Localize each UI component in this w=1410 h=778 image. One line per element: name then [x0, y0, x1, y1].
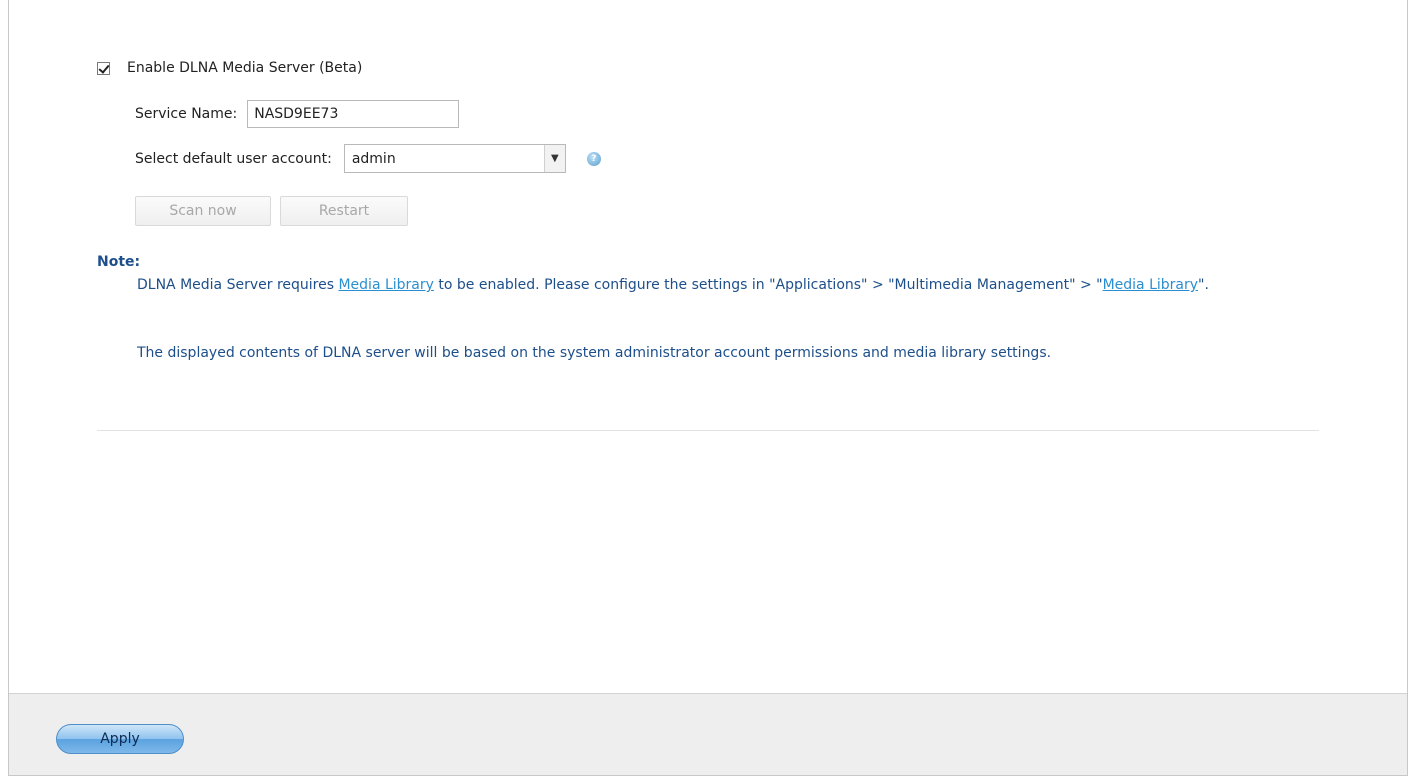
- media-library-link[interactable]: Media Library: [338, 277, 433, 293]
- note-paragraph-media-library: DLNA Media Server requires Media Library…: [137, 277, 1277, 293]
- help-icon[interactable]: ?: [586, 151, 601, 166]
- scan-now-button[interactable]: Scan now: [135, 196, 271, 226]
- media-library-link-2[interactable]: Media Library: [1103, 277, 1198, 293]
- enable-dlna-label: Enable DLNA Media Server (Beta): [127, 60, 363, 76]
- action-buttons: Scan now Restart: [135, 196, 417, 226]
- default-user-select[interactable]: admin ▼: [343, 144, 566, 173]
- note-title: Note:: [97, 254, 141, 270]
- service-name-input[interactable]: [247, 100, 460, 128]
- chevron-down-icon[interactable]: ▼: [543, 145, 565, 172]
- footer-bar: Apply: [9, 693, 1407, 775]
- default-user-value: admin: [351, 150, 396, 167]
- section-divider: [97, 430, 1319, 431]
- settings-panel: Enable DLNA Media Server (Beta) Service …: [8, 0, 1408, 776]
- settings-content: Enable DLNA Media Server (Beta) Service …: [9, 0, 1407, 693]
- service-name-row: Service Name:: [135, 100, 460, 128]
- note-paragraph-permissions: The displayed contents of DLNA server wi…: [137, 345, 1052, 361]
- note-text-1: DLNA Media Server requires: [137, 277, 339, 293]
- default-user-row: Select default user account: admin ▼ ?: [135, 144, 601, 173]
- note-text-3: ".: [1198, 277, 1209, 293]
- enable-dlna-row: Enable DLNA Media Server (Beta): [97, 60, 362, 76]
- apply-button[interactable]: Apply: [56, 724, 184, 754]
- enable-dlna-checkbox[interactable]: [97, 61, 110, 75]
- note-text-2: to be enabled. Please configure the sett…: [433, 277, 1103, 293]
- service-name-label: Service Name:: [135, 106, 238, 122]
- default-user-label: Select default user account:: [135, 150, 332, 167]
- restart-button[interactable]: Restart: [280, 196, 408, 226]
